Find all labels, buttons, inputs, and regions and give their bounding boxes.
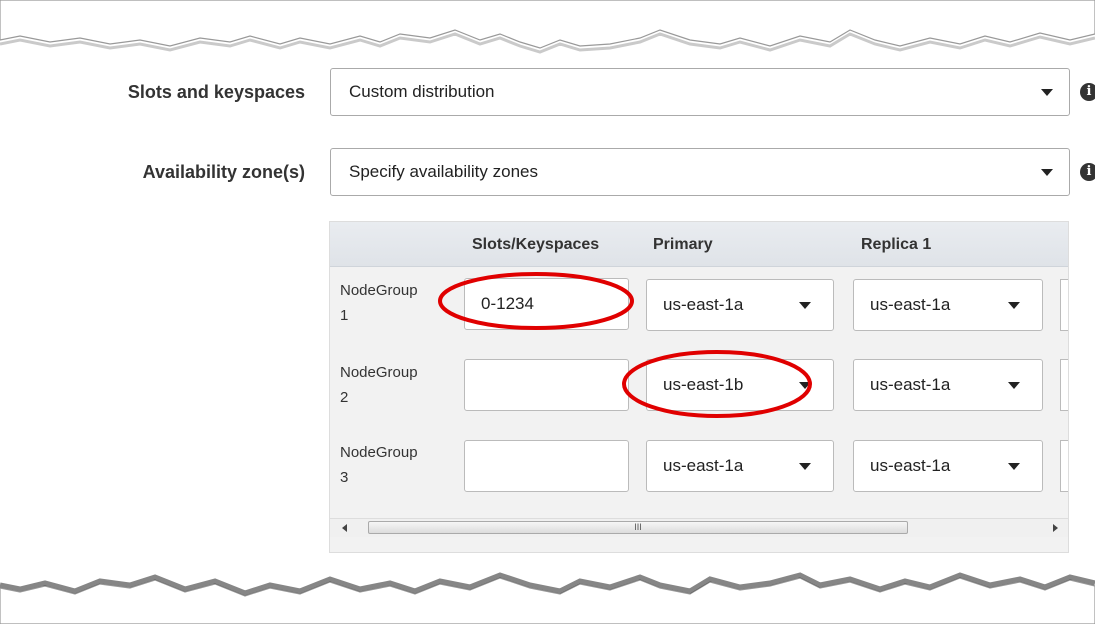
replica1-value: us-east-1a: [870, 295, 951, 314]
replica1-select-row-1[interactable]: us-east-1a: [853, 279, 1043, 331]
replica2-select-row-1[interactable]: [1060, 279, 1068, 331]
availability-zones-label: Availability zone(s): [142, 162, 305, 182]
primary-select-row-1[interactable]: us-east-1a: [646, 279, 834, 331]
row-label-nodegroup-1: NodeGroup 1: [340, 278, 418, 328]
scroll-right-arrow-icon[interactable]: [1053, 524, 1058, 532]
slots-keyspaces-value: Custom distribution: [349, 82, 495, 101]
chevron-down-icon: [1041, 89, 1053, 96]
nodegroup-name: NodeGroup: [340, 444, 418, 461]
replica2-select-row-2[interactable]: [1060, 359, 1068, 411]
primary-value: us-east-1b: [663, 375, 744, 394]
replica2-select-row-3[interactable]: [1060, 440, 1068, 492]
horizontal-scrollbar[interactable]: III: [330, 518, 1068, 537]
torn-edge-top: [0, 0, 1095, 54]
chevron-down-icon: [799, 382, 811, 389]
availability-zones-select[interactable]: Specify availability zones: [330, 148, 1070, 196]
chevron-down-icon: [1008, 382, 1020, 389]
node-group-table: Slots/Keyspaces Primary Replica 1 NodeGr…: [329, 221, 1069, 553]
primary-select-row-3[interactable]: us-east-1a: [646, 440, 834, 492]
slots-input-row-2[interactable]: [464, 359, 629, 411]
slots-input-row-1[interactable]: 0-1234: [464, 278, 629, 330]
scrollbar-thumb[interactable]: III: [368, 521, 908, 534]
info-icon[interactable]: i: [1080, 83, 1095, 101]
chevron-down-icon: [799, 302, 811, 309]
primary-value: us-east-1a: [663, 295, 744, 314]
nodegroup-name: NodeGroup: [340, 364, 418, 381]
table-header: Slots/Keyspaces Primary Replica 1: [330, 222, 1068, 267]
nodegroup-name: NodeGroup: [340, 282, 418, 299]
replica1-select-row-2[interactable]: us-east-1a: [853, 359, 1043, 411]
header-replica-1: Replica 1: [861, 236, 932, 253]
slots-input-row-3[interactable]: [464, 440, 629, 492]
header-primary: Primary: [653, 236, 713, 253]
info-icon[interactable]: i: [1080, 163, 1095, 181]
torn-edge-bottom: [0, 572, 1095, 624]
primary-value: us-east-1a: [663, 456, 744, 475]
chevron-down-icon: [799, 463, 811, 470]
chevron-down-icon: [1041, 169, 1053, 176]
replica1-select-row-3[interactable]: us-east-1a: [853, 440, 1043, 492]
row-label-nodegroup-2: NodeGroup 2: [340, 360, 418, 410]
replica1-value: us-east-1a: [870, 456, 951, 475]
chevron-down-icon: [1008, 302, 1020, 309]
slots-keyspaces-label: Slots and keyspaces: [127, 82, 305, 102]
scroll-left-arrow-icon[interactable]: [342, 524, 347, 532]
nodegroup-number: 1: [340, 307, 349, 324]
availability-zones-value: Specify availability zones: [349, 162, 538, 181]
primary-select-row-2[interactable]: us-east-1b: [646, 359, 834, 411]
nodegroup-number: 2: [340, 389, 349, 406]
chevron-down-icon: [1008, 463, 1020, 470]
replica1-value: us-east-1a: [870, 375, 951, 394]
nodegroup-number: 3: [340, 469, 349, 486]
row-label-nodegroup-3: NodeGroup 3: [340, 440, 418, 490]
slots-keyspaces-select[interactable]: Custom distribution: [330, 68, 1070, 116]
header-slots-keyspaces: Slots/Keyspaces: [472, 236, 600, 253]
